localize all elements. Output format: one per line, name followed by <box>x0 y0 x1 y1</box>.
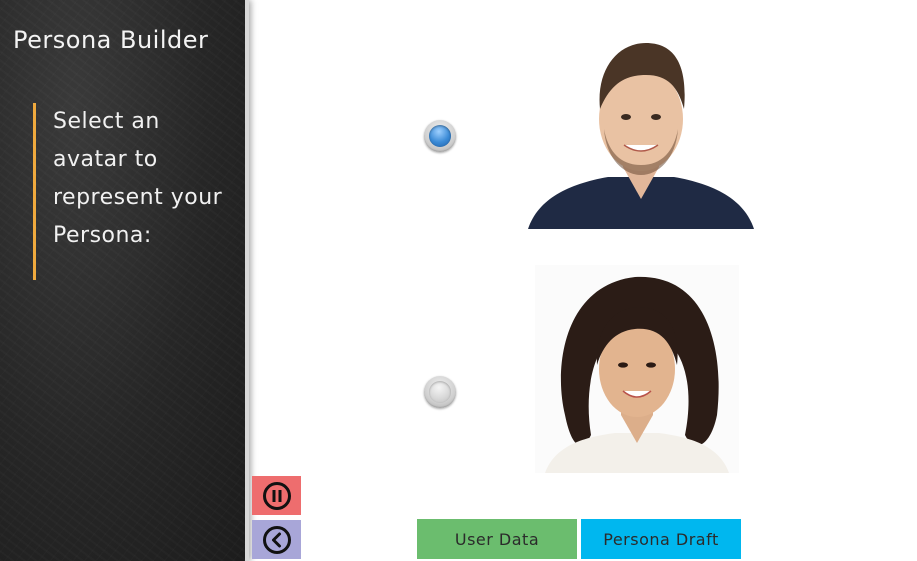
sidebar-chalkboard: Persona Builder Select an avatar to repr… <box>0 0 249 561</box>
back-icon <box>262 525 292 555</box>
persona-draft-button[interactable]: Persona Draft <box>581 519 741 559</box>
pause-icon <box>262 481 292 511</box>
avatar-man-image[interactable] <box>528 39 754 229</box>
app-title: Persona Builder <box>13 26 209 54</box>
pause-button[interactable] <box>252 476 301 515</box>
avatar-radio-2[interactable] <box>424 376 456 408</box>
user-data-button[interactable]: User Data <box>417 519 577 559</box>
avatar-woman-image[interactable] <box>535 265 739 473</box>
radio-dot <box>429 381 451 403</box>
back-button[interactable] <box>252 520 301 559</box>
radio-dot-selected <box>429 125 451 147</box>
instruction-text: Select an avatar to represent your Perso… <box>53 109 223 248</box>
instruction-block: Select an avatar to represent your Perso… <box>33 103 233 280</box>
avatar-radio-1[interactable] <box>424 120 456 152</box>
